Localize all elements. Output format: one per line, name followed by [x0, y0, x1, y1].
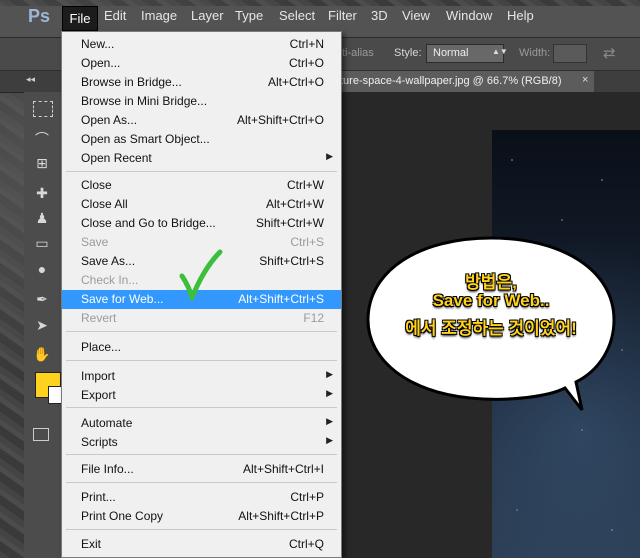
menu-item-automate[interactable]: Automate ▶ — [62, 414, 341, 433]
blur-tool-icon[interactable]: ● — [28, 258, 56, 280]
chevron-updown-icon: ▲▼ — [492, 47, 508, 56]
style-label: Style: — [394, 47, 422, 59]
menu-item-browse-in-bridge[interactable]: Browse in Bridge... Alt+Ctrl+O — [62, 73, 341, 92]
submenu-arrow-icon: ▶ — [326, 435, 333, 445]
lasso-tool-icon[interactable]: ⌒ — [28, 128, 56, 150]
stamp-tool-icon[interactable]: ♟ — [28, 207, 56, 229]
menu-3d[interactable]: 3D — [371, 8, 388, 23]
width-label: Width: — [519, 47, 551, 59]
submenu-arrow-icon: ▶ — [326, 151, 333, 161]
crop-tool-icon[interactable]: ⊞ — [28, 152, 56, 174]
menu-separator — [66, 407, 337, 408]
marquee-tool-icon[interactable] — [33, 101, 53, 117]
submenu-arrow-icon: ▶ — [326, 416, 333, 426]
menu-item-place[interactable]: Place... — [62, 338, 341, 357]
menu-window[interactable]: Window — [446, 8, 492, 23]
collapse-panel-icon[interactable]: ◂◂ — [26, 74, 35, 85]
hand-tool-icon[interactable]: ✋ — [28, 343, 56, 365]
menu-item-print-one-copy[interactable]: Print One Copy Alt+Shift+Ctrl+P — [62, 507, 341, 526]
menu-separator — [66, 171, 337, 172]
menu-item-print[interactable]: Print... Ctrl+P — [62, 488, 341, 507]
document-tab[interactable]: ture-space-4-wallpaper.jpg @ 66.7% (RGB/… — [338, 71, 594, 92]
healing-brush-icon[interactable]: ✚ — [28, 182, 56, 204]
close-tab-icon[interactable]: × — [582, 74, 588, 86]
menu-image[interactable]: Image — [141, 8, 177, 23]
eraser-tool-icon[interactable]: ▭ — [28, 232, 56, 254]
menu-item-close[interactable]: Close Ctrl+W — [62, 176, 341, 195]
menu-item-open-as-smart-object[interactable]: Open as Smart Object... — [62, 130, 341, 149]
menu-help[interactable]: Help — [507, 8, 534, 23]
submenu-arrow-icon: ▶ — [326, 369, 333, 379]
menu-item-close-all[interactable]: Close All Alt+Ctrl+W — [62, 195, 341, 214]
menu-item-new[interactable]: New... Ctrl+N — [62, 35, 341, 54]
menu-item-open-as[interactable]: Open As... Alt+Shift+Ctrl+O — [62, 111, 341, 130]
menu-item-scripts[interactable]: Scripts ▶ — [62, 433, 341, 452]
menu-filter[interactable]: Filter — [328, 8, 357, 23]
menu-item-browse-in-mini-bridge[interactable]: Browse in Mini Bridge... — [62, 92, 341, 111]
menu-view[interactable]: View — [402, 8, 430, 23]
annotation-line-1: 방법은, — [465, 273, 517, 292]
menu-separator — [66, 529, 337, 530]
menu-edit[interactable]: Edit — [104, 8, 126, 23]
antialias-checkbox[interactable]: ti-alias — [342, 47, 374, 59]
quick-mask-icon[interactable] — [33, 428, 49, 441]
annotation-line-2: Save for Web.. — [432, 291, 550, 310]
menu-item-revert: Revert F12 — [81, 311, 324, 325]
menu-item-open[interactable]: Open... Ctrl+O — [62, 54, 341, 73]
menu-separator — [66, 360, 337, 361]
menu-item-import[interactable]: Import ▶ — [62, 367, 341, 386]
checkmark-icon — [179, 249, 223, 301]
width-input[interactable] — [553, 44, 587, 63]
pen-tool-icon[interactable]: ✒ — [28, 288, 56, 310]
annotation-line-3: 에서 조정하는 것이었어! — [405, 319, 577, 338]
menu-separator — [66, 454, 337, 455]
menu-separator — [66, 331, 337, 332]
menu-item-exit[interactable]: Exit Ctrl+Q — [62, 535, 341, 554]
menu-item-file-info[interactable]: File Info... Alt+Shift+Ctrl+I — [62, 460, 341, 479]
selection-arrow-icon[interactable]: ➤ — [28, 314, 56, 336]
menu-layer[interactable]: Layer — [191, 8, 224, 23]
menu-separator — [66, 482, 337, 483]
submenu-arrow-icon: ▶ — [326, 388, 333, 398]
menu-item-close-and-go-to-bridge[interactable]: Close and Go to Bridge... Shift+Ctrl+W — [62, 214, 341, 233]
swap-icon[interactable]: ⇄ — [603, 44, 616, 62]
menu-type[interactable]: Type — [235, 8, 263, 23]
menu-item-open-recent[interactable]: Open Recent ▶ — [62, 149, 341, 168]
app-logo: Ps — [28, 6, 51, 26]
menu-item-export[interactable]: Export ▶ — [62, 386, 341, 405]
menu-file[interactable]: File — [62, 6, 98, 31]
menu-select[interactable]: Select — [279, 8, 315, 23]
